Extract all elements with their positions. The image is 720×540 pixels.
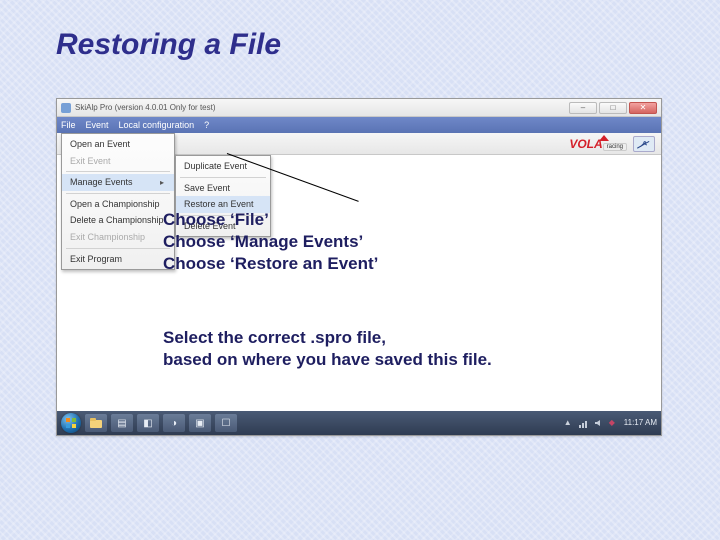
instruction-line: Choose ‘Restore an Event’ [163,253,378,275]
menu-item-open-event[interactable]: Open an Event [62,136,174,153]
instruction-block-2: Select the correct .spro file, based on … [163,327,492,371]
menu-event[interactable]: Event [86,120,109,130]
menu-help[interactable]: ? [204,120,209,130]
menu-separator [180,177,266,178]
task-icon-generic[interactable]: ◑ [163,414,185,432]
menu-file[interactable]: File [61,120,76,130]
instruction-line: based on where you have saved this file. [163,349,492,371]
submenu-item-save-event[interactable]: Save Event [176,180,270,197]
menu-separator [66,193,170,194]
menu-item-label: Exit Championship [70,231,145,244]
instruction-line: Choose ‘Manage Events’ [163,231,378,253]
minimize-button[interactable]: – [569,102,597,114]
menubar: File Event Local configuration ? [57,117,661,133]
app-icon [61,103,71,113]
windows-logo-icon [65,417,77,429]
submenu-item-duplicate-event[interactable]: Duplicate Event [176,158,270,175]
chevron-right-icon: ▸ [160,177,164,188]
menu-item-label: Duplicate Event [184,160,247,173]
menu-item-open-championship[interactable]: Open a Championship [62,196,174,213]
menu-item-label: Exit Program [70,253,122,266]
task-icon-generic[interactable]: ☐ [215,414,237,432]
menu-item-exit-event: Exit Event [62,153,174,170]
file-menu: Open an Event Exit Event Manage Events ▸… [61,133,175,270]
task-icon-generic[interactable]: ▤ [111,414,133,432]
instruction-line: Select the correct .spro file, [163,327,492,349]
tray-volume-icon[interactable] [594,418,604,428]
close-button[interactable]: ✕ [629,102,657,114]
skier-icon [633,136,655,152]
menu-item-label: Manage Events [70,176,133,189]
menu-item-label: Save Event [184,182,230,195]
maximize-button[interactable]: □ [599,102,627,114]
menu-item-exit-championship: Exit Championship [62,229,174,246]
menu-item-delete-championship[interactable]: Delete a Championship [62,212,174,229]
tray-network-icon[interactable] [579,418,589,428]
vola-logo: VOLA [565,137,606,151]
tray-flag-icon[interactable]: ▲ [564,418,574,428]
system-tray: ▲ ◆ 11:17 AM [564,418,657,428]
menu-item-manage-events[interactable]: Manage Events ▸ [62,174,174,191]
task-icon-generic[interactable]: ▣ [189,414,211,432]
instruction-line: Choose ‘File’ [163,209,378,231]
start-button[interactable] [61,413,81,433]
task-icon-generic[interactable]: ◧ [137,414,159,432]
tray-shield-icon[interactable]: ◆ [609,418,619,428]
slide-title: Restoring a File [56,28,281,62]
menu-separator [66,171,170,172]
window-title: SkiAlp Pro (version 4.0.01 Only for test… [75,103,216,112]
window-titlebar: SkiAlp Pro (version 4.0.01 Only for test… [57,99,661,117]
menu-item-exit-program[interactable]: Exit Program [62,251,174,268]
menu-local-config[interactable]: Local configuration [119,120,195,130]
menu-item-label: Open an Event [70,138,130,151]
menu-separator [66,248,170,249]
task-icon-explorer[interactable] [85,414,107,432]
instruction-block-1: Choose ‘File’ Choose ‘Manage Events’ Cho… [163,209,378,275]
menu-item-label: Exit Event [70,155,111,168]
menu-item-label: Delete a Championship [70,214,164,227]
app-window: SkiAlp Pro (version 4.0.01 Only for test… [56,98,662,436]
taskbar-clock[interactable]: 11:17 AM [624,419,657,427]
taskbar: ▤ ◧ ◑ ▣ ☐ ▲ ◆ 11:17 AM [57,411,661,435]
menu-item-label: Open a Championship [70,198,160,211]
